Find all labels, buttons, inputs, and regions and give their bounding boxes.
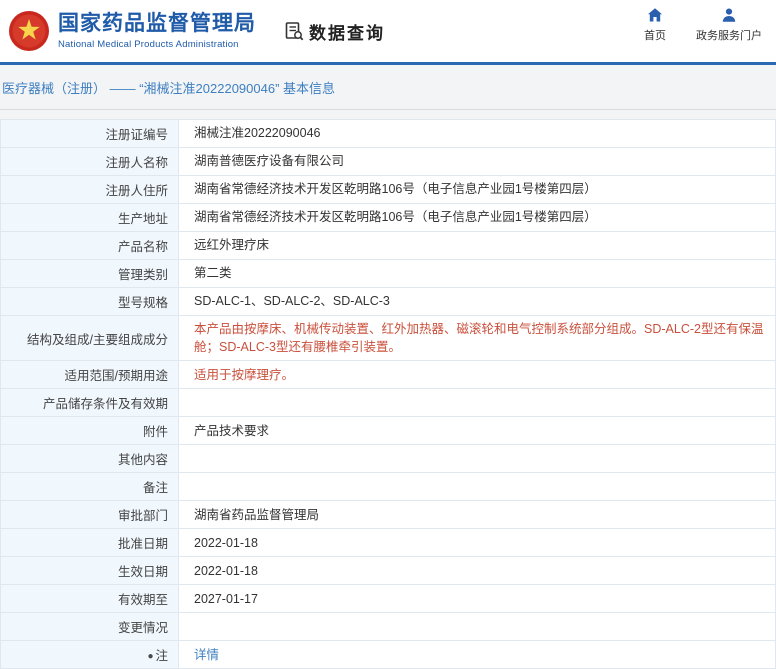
table-row: 审批部门 湖南省药品监督管理局 — [0, 500, 776, 530]
row-label: 型号规格 — [0, 287, 179, 316]
detail-link[interactable]: 详情 — [194, 648, 219, 662]
table-row: 附件 产品技术要求 — [0, 416, 776, 446]
table-row: 变更情况 — [0, 612, 776, 642]
row-value: 湖南省常德经济技术开发区乾明路106号（电子信息产业园1号楼第四层） — [178, 203, 776, 232]
table-row: 注册证编号 湘械注准20222090046 — [0, 119, 776, 148]
table-row: 结构及组成/主要组成成分 本产品由按摩床、机械传动装置、红外加热器、磁滚轮和电气… — [0, 314, 776, 362]
table-row: 产品名称 远红外理疗床 — [0, 231, 776, 260]
row-value: 湘械注准20222090046 — [178, 119, 776, 148]
data-query-label: 数据查询 — [309, 23, 385, 43]
row-value — [178, 612, 776, 642]
row-value: 2022-01-18 — [178, 556, 776, 586]
row-value — [178, 388, 776, 418]
row-label: 注册证编号 — [0, 119, 179, 148]
table-row: 批准日期 2022-01-18 — [0, 528, 776, 558]
table-row: 注册人名称 湖南普德医疗设备有限公司 — [0, 147, 776, 176]
row-label: 结构及组成/主要组成成分 — [0, 314, 179, 362]
row-label: 其他内容 — [0, 444, 179, 474]
header: 国家药品监督管理局 National Medical Products Admi… — [0, 0, 776, 62]
row-label: 产品储存条件及有效期 — [0, 388, 179, 418]
row-label: 有效期至 — [0, 584, 179, 614]
data-query-icon — [285, 22, 304, 41]
table-row: 有效期至 2027-01-17 — [0, 584, 776, 614]
row-value: 远红外理疗床 — [178, 231, 776, 260]
nav-gov-portal-label: 政务服务门户 — [696, 30, 762, 42]
row-label: 管理类别 — [0, 259, 179, 288]
row-value: 湖南省药品监督管理局 — [178, 500, 776, 530]
table-row: 生效日期 2022-01-18 — [0, 556, 776, 586]
org-name-en: National Medical Products Administration — [58, 39, 239, 51]
table-row: 管理类别 第二类 — [0, 259, 776, 288]
row-value: SD-ALC-1、SD-ALC-2、SD-ALC-3 — [178, 287, 776, 316]
nav-item-gov-portal[interactable]: 政务服务门户 — [696, 7, 762, 43]
table-row: 适用范围/预期用途 适用于按摩理疗。 — [0, 360, 776, 390]
note-label: 注 — [155, 649, 168, 664]
row-value: 产品技术要求 — [178, 416, 776, 446]
row-label: 注册人住所 — [0, 175, 179, 204]
registration-info-table: 注册证编号 湘械注准20222090046 注册人名称 湖南普德医疗设备有限公司… — [0, 119, 776, 669]
row-value: 2022-01-18 — [178, 528, 776, 558]
row-label: 生效日期 — [0, 556, 179, 586]
table-row-note: ● 注 详情 — [0, 640, 776, 669]
row-value: 本产品由按摩床、机械传动装置、红外加热器、磁滚轮和电气控制系统部分组成。SD-A… — [178, 314, 776, 362]
person-icon — [722, 8, 736, 22]
header-nav: 首页 政务服务门户 — [644, 7, 762, 43]
table-row: 注册人住所 湖南省常德经济技术开发区乾明路106号（电子信息产业园1号楼第四层） — [0, 175, 776, 204]
row-label: 产品名称 — [0, 231, 179, 260]
row-label: 注册人名称 — [0, 147, 179, 176]
row-value — [178, 472, 776, 502]
row-value: 湖南省常德经济技术开发区乾明路106号（电子信息产业园1号楼第四层） — [178, 175, 776, 204]
row-label: 附件 — [0, 416, 179, 446]
table-row: 产品储存条件及有效期 — [0, 388, 776, 418]
nav-item-home[interactable]: 首页 — [644, 7, 666, 43]
row-label: ● 注 — [0, 640, 179, 669]
row-value — [178, 444, 776, 474]
page-title: 医疗器械（注册） —— “湘械注准20222090046” 基本信息 — [2, 81, 336, 96]
table-row: 型号规格 SD-ALC-1、SD-ALC-2、SD-ALC-3 — [0, 287, 776, 316]
row-label: 审批部门 — [0, 500, 179, 530]
home-icon — [648, 8, 662, 22]
row-label: 备注 — [0, 472, 179, 502]
note-bullet-icon: ● — [147, 651, 154, 663]
nmpa-emblem-logo — [9, 11, 49, 51]
row-value: 2027-01-17 — [178, 584, 776, 614]
breadcrumb-bar: 医疗器械（注册） —— “湘械注准20222090046” 基本信息 — [0, 65, 776, 110]
row-label: 生产地址 — [0, 203, 179, 232]
row-value: 详情 — [178, 640, 776, 669]
org-name: 国家药品监督管理局 — [58, 11, 256, 35]
nav-home-label: 首页 — [644, 30, 666, 42]
row-label: 批准日期 — [0, 528, 179, 558]
data-query-tab[interactable]: 数据查询 — [284, 19, 385, 44]
row-label: 变更情况 — [0, 612, 179, 642]
org-title-block: 国家药品监督管理局 National Medical Products Admi… — [58, 12, 256, 50]
table-row: 备注 — [0, 472, 776, 502]
row-label: 适用范围/预期用途 — [0, 360, 179, 390]
row-value: 湖南普德医疗设备有限公司 — [178, 147, 776, 176]
table-row: 生产地址 湖南省常德经济技术开发区乾明路106号（电子信息产业园1号楼第四层） — [0, 203, 776, 232]
row-value: 第二类 — [178, 259, 776, 288]
table-row: 其他内容 — [0, 444, 776, 474]
row-value: 适用于按摩理疗。 — [178, 360, 776, 390]
